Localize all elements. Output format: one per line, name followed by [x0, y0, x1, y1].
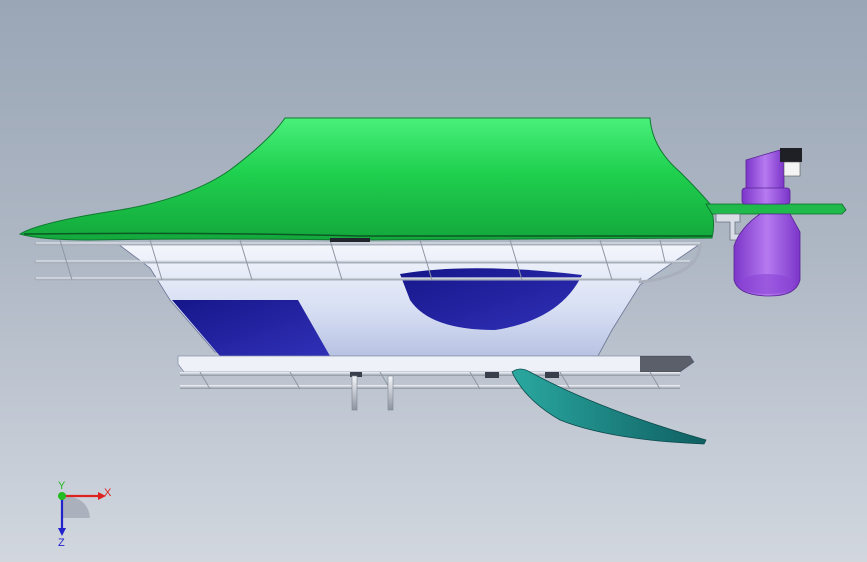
triad-shadow	[62, 496, 90, 518]
z-axis-arrowhead-icon	[58, 528, 66, 536]
hull-bottom-plate	[177, 355, 695, 373]
green-canopy[interactable]	[18, 117, 715, 241]
stabilizer-fin[interactable]	[511, 368, 707, 445]
model-view[interactable]	[0, 0, 867, 562]
nozzle-assembly[interactable]	[715, 148, 802, 297]
canopy-tail-plate[interactable]	[705, 203, 847, 215]
x-axis-label: X	[104, 487, 112, 499]
y-axis-label: Y	[58, 480, 66, 492]
lower-rail-cage[interactable]	[180, 371, 680, 390]
coordinate-triad: X Y Z	[40, 478, 120, 549]
y-axis-dot-icon	[58, 492, 66, 500]
canopy-seam	[330, 238, 370, 242]
cad-viewport[interactable]: X Y Z	[0, 0, 867, 562]
support-posts[interactable]	[351, 375, 394, 411]
z-axis-label: Z	[58, 537, 65, 548]
